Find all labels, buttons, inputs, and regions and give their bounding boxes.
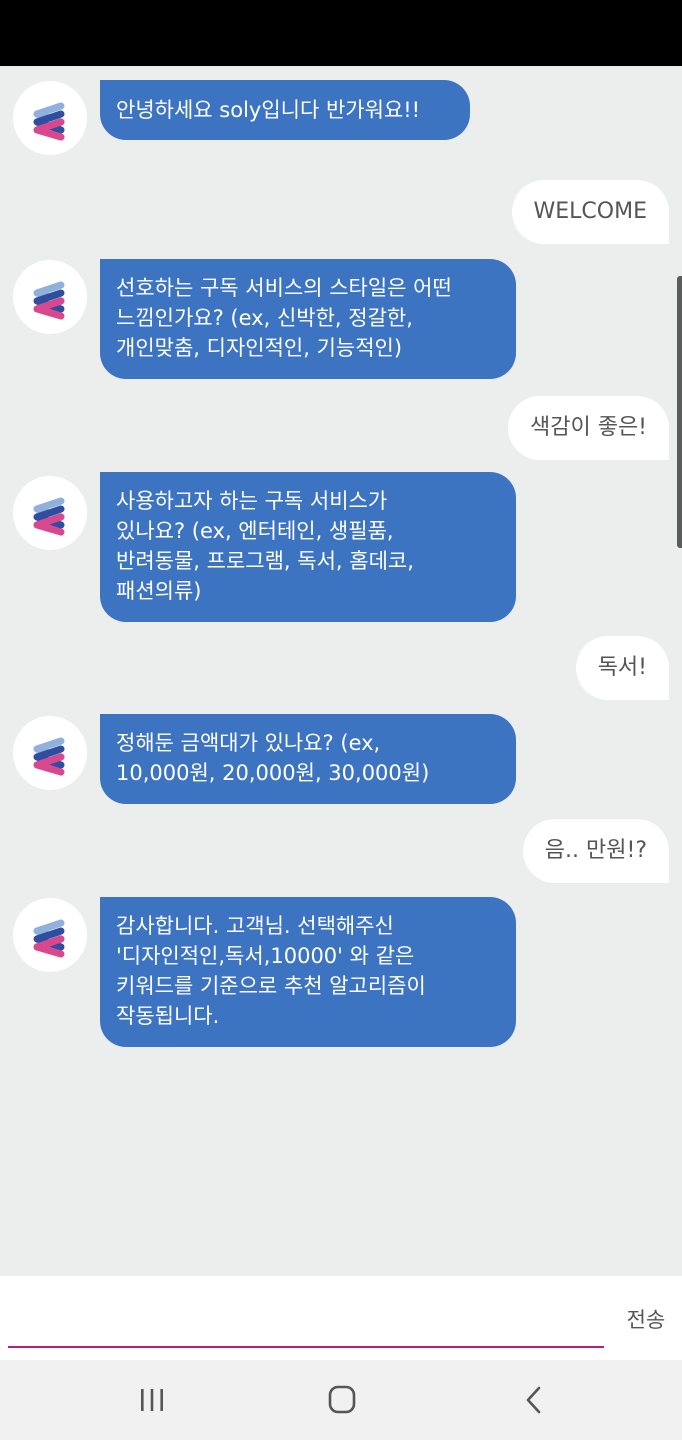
bot-message: 사용하고자 하는 구독 서비스가 있나요? (ex, 엔터테인, 생필품, 반려…	[100, 472, 516, 622]
system-nav-bar	[0, 1360, 682, 1440]
soly-logo-icon	[33, 737, 65, 776]
user-message: 색감이 좋은!	[507, 396, 669, 460]
message-input[interactable]	[8, 1286, 604, 1348]
message-composer: 전송	[0, 1276, 682, 1360]
bot-avatar	[13, 898, 87, 972]
bot-message: 선호하는 구독 서비스의 스타일은 어떤 느낌인가요? (ex, 신박한, 정갈…	[100, 259, 516, 379]
bot-avatar	[13, 716, 87, 790]
bot-message: 안녕하세요 soly입니다 반가워요!!	[100, 80, 470, 140]
recent-apps-icon[interactable]	[128, 1378, 176, 1422]
back-icon[interactable]	[510, 1378, 558, 1422]
bot-message: 정해둔 금액대가 있나요? (ex, 10,000원, 20,000원, 30,…	[100, 714, 516, 804]
home-icon[interactable]	[318, 1378, 366, 1422]
soly-logo-icon	[33, 281, 65, 320]
bot-avatar	[13, 476, 87, 550]
soly-logo-icon	[33, 102, 65, 141]
user-message: 독서!	[575, 636, 669, 700]
soly-logo-icon	[33, 919, 65, 958]
scrollbar[interactable]	[677, 276, 682, 548]
bot-message: 감사합니다. 고객님. 선택해주신 '디자인적인,독서,10000' 와 같은 …	[100, 897, 516, 1047]
status-bar	[0, 0, 682, 66]
user-message: WELCOME	[511, 180, 669, 244]
user-message: 음.. 만원!?	[522, 819, 669, 883]
chat-messages[interactable]: 안녕하세요 soly입니다 반가워요!! WELCOME 선호하는 구독 서비스…	[0, 66, 682, 1276]
send-button[interactable]: 전송	[616, 1302, 676, 1338]
soly-logo-icon	[33, 497, 65, 536]
bot-avatar	[13, 260, 87, 334]
bot-avatar	[13, 81, 87, 155]
